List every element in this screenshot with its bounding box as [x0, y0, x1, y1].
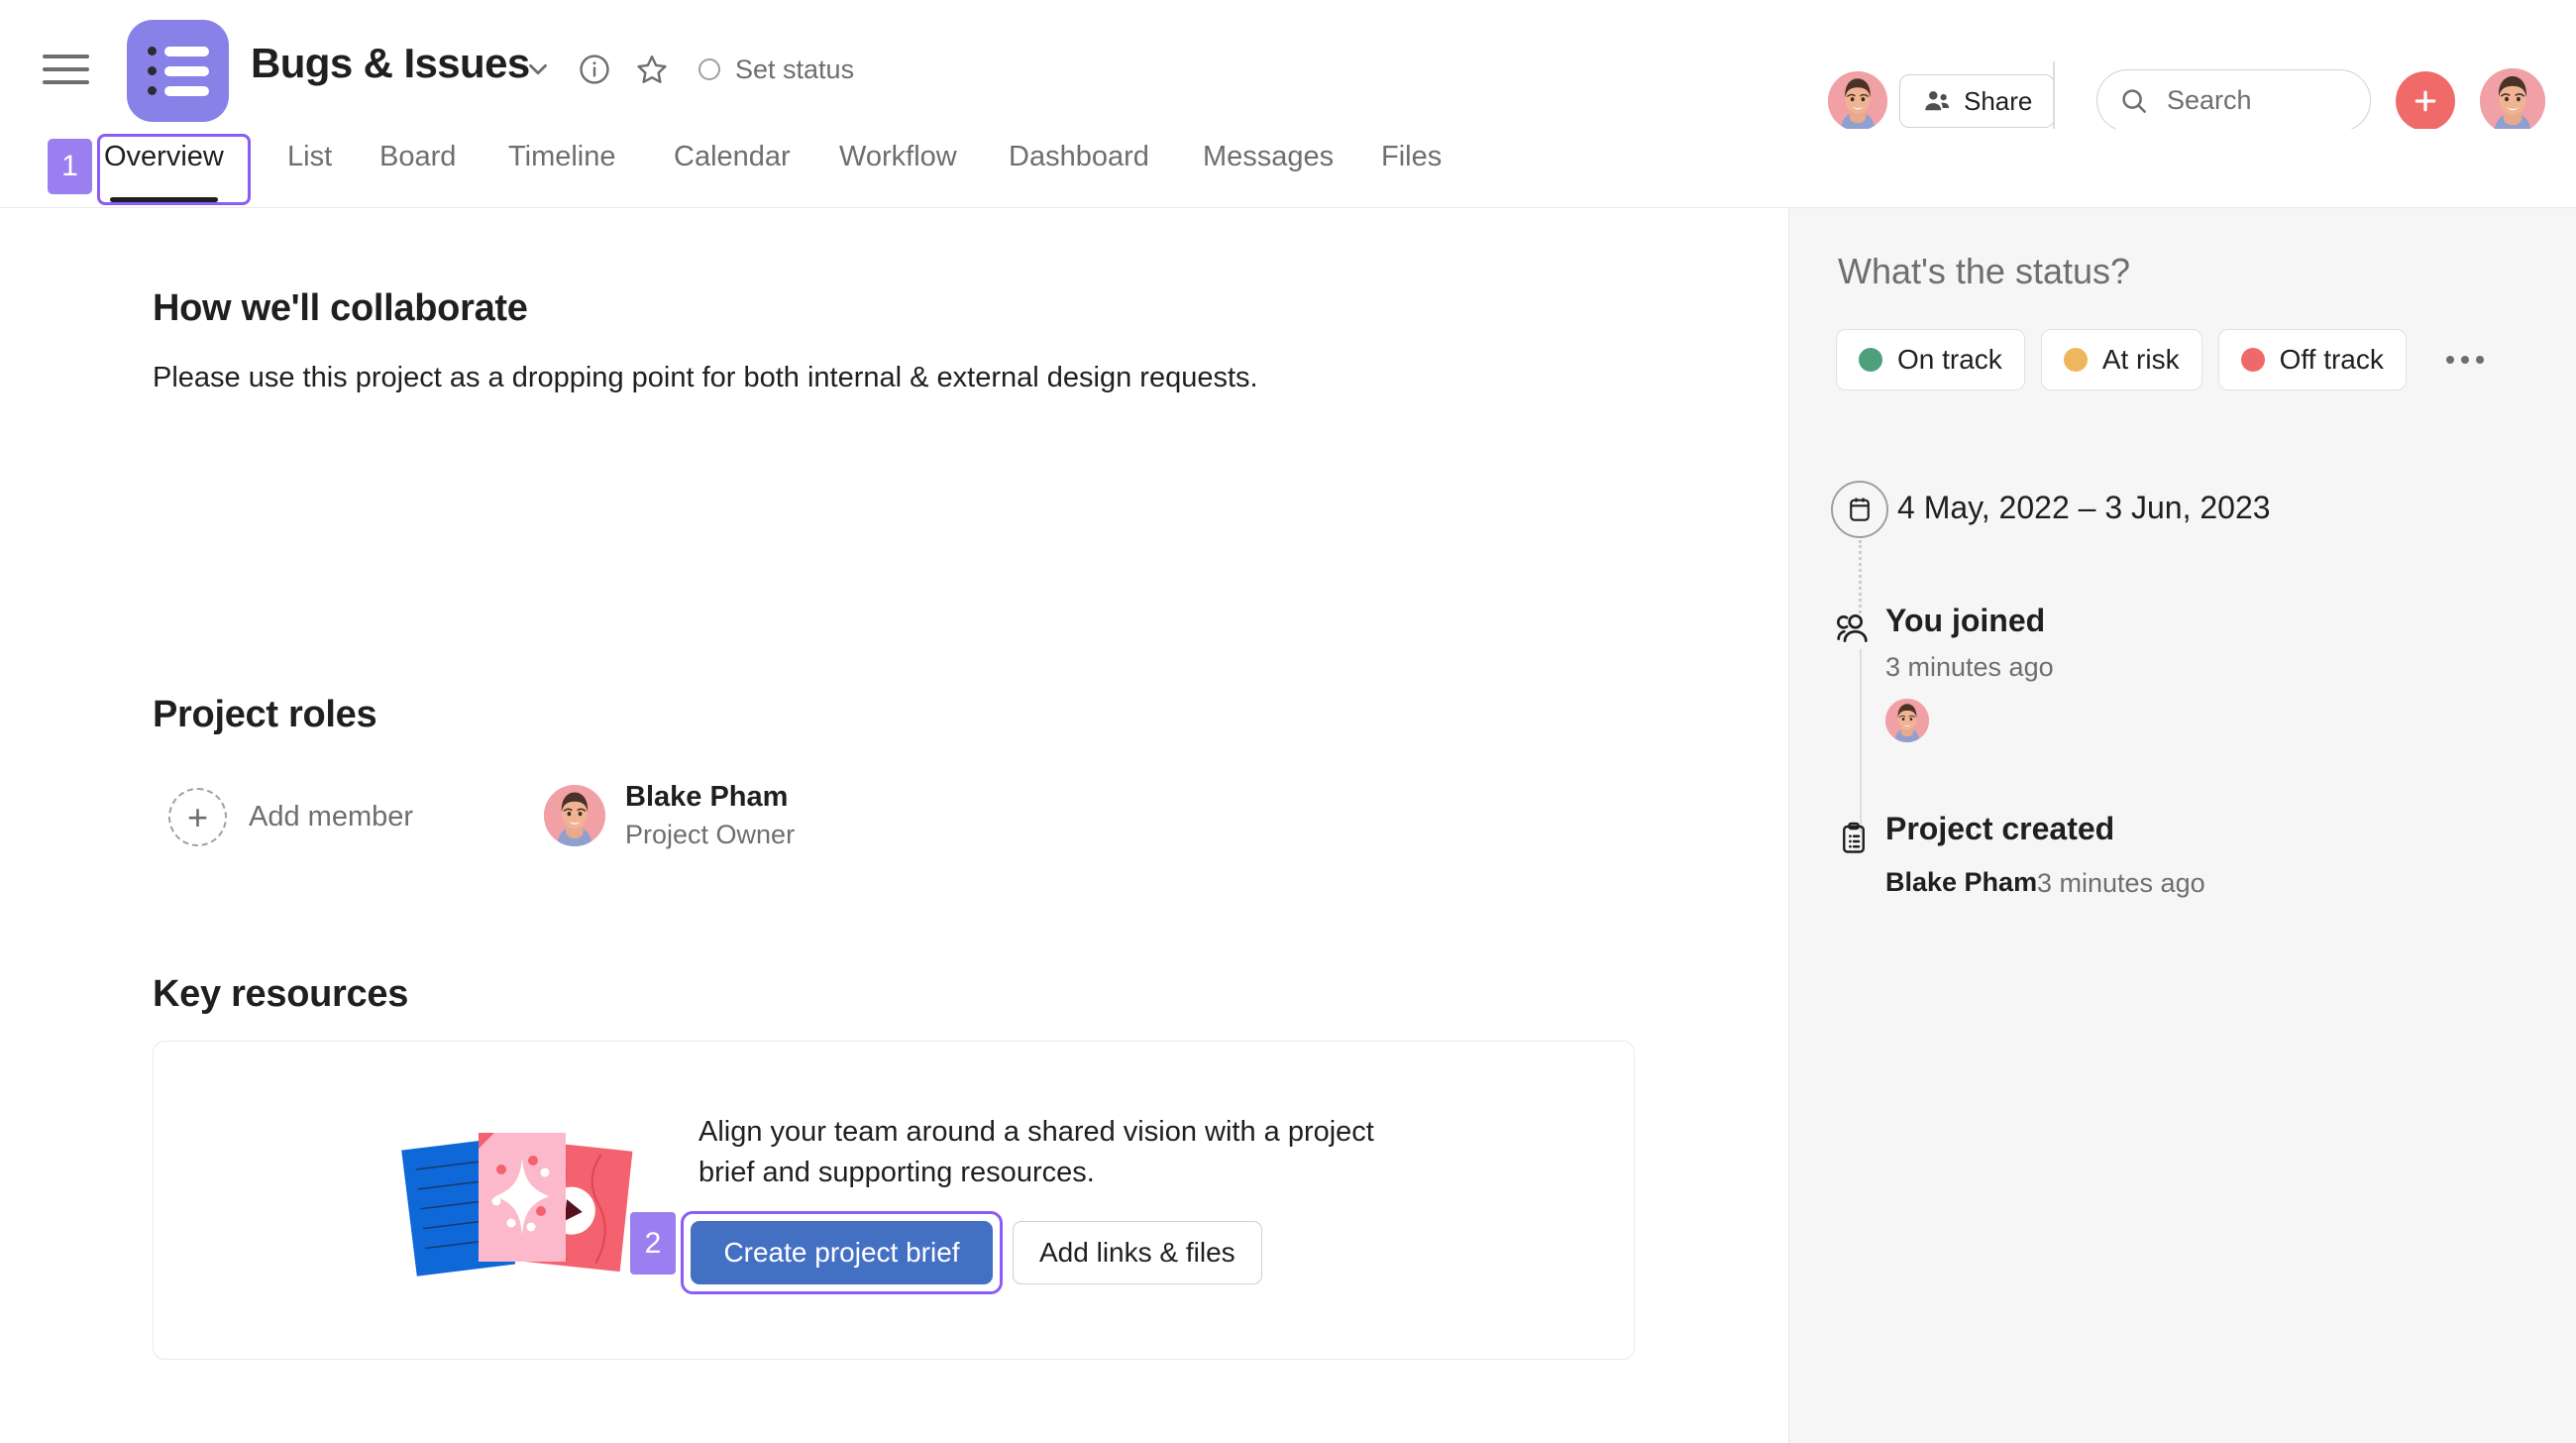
tab-calendar[interactable]: Calendar	[674, 129, 791, 206]
tab-list[interactable]: List	[287, 129, 332, 206]
timeline-event-time: 3 minutes ago	[2037, 868, 2205, 899]
share-button[interactable]: Share	[1899, 74, 2055, 128]
set-status-button[interactable]: Set status	[698, 48, 854, 91]
page-title[interactable]: Bugs & Issues	[251, 40, 530, 87]
project-member[interactable]: Blake Pham Project Owner	[544, 781, 795, 850]
hamburger-line	[43, 55, 89, 58]
annotation-badge-2: 2	[630, 1212, 676, 1275]
status-label: At risk	[2102, 344, 2180, 376]
project-date-range: 4 May, 2022 – 3 Jun, 2023	[1897, 490, 2271, 526]
list-icon-glyph	[148, 47, 209, 96]
status-circle-icon	[698, 58, 720, 80]
key-resources-copy: Align your team around a shared vision w…	[698, 1112, 1412, 1193]
clipboard-icon	[1836, 821, 1872, 861]
tab-messages[interactable]: Messages	[1203, 129, 1334, 206]
tab-bar: Overview List Board Timeline Calendar Wo…	[0, 129, 2576, 208]
plus-icon: +	[168, 788, 227, 846]
header-divider	[2053, 61, 2055, 139]
tab-workflow[interactable]: Workflow	[839, 129, 957, 206]
timeline-event-title: Project created	[1885, 811, 2114, 847]
tab-board[interactable]: Board	[379, 129, 456, 206]
people-icon	[1922, 86, 1952, 116]
avatar[interactable]	[1885, 699, 1929, 742]
status-option-on-track[interactable]: On track	[1836, 329, 2025, 390]
member-name: Blake Pham	[625, 781, 795, 814]
project-list-icon[interactable]	[127, 20, 229, 122]
set-status-label: Set status	[735, 55, 854, 85]
status-option-at-risk[interactable]: At risk	[2041, 329, 2202, 390]
hamburger-menu-icon[interactable]	[43, 55, 89, 84]
collaborate-heading: How we'll collaborate	[153, 287, 528, 330]
calendar-icon	[1831, 481, 1888, 538]
timeline-connector-dotted	[1859, 540, 1862, 619]
ellipsis-icon[interactable]	[2430, 329, 2500, 390]
key-resources-card	[153, 1041, 1635, 1360]
info-circle-icon[interactable]	[573, 48, 616, 91]
member-role: Project Owner	[625, 820, 795, 850]
collaborate-description: Please use this project as a dropping po…	[153, 362, 1258, 394]
search-icon	[2119, 86, 2149, 116]
add-member-button[interactable]: + Add member	[168, 788, 413, 846]
search-input[interactable]	[2096, 69, 2371, 132]
star-icon[interactable]	[630, 48, 674, 91]
status-option-off-track[interactable]: Off track	[2218, 329, 2407, 390]
add-button[interactable]	[2396, 71, 2455, 131]
status-dot-yellow	[2064, 348, 2088, 372]
tab-overview[interactable]: Overview	[104, 129, 224, 206]
timeline-event-author: Blake Pham	[1885, 867, 2037, 898]
status-dot-red	[2241, 348, 2265, 372]
people-icon	[1833, 609, 1873, 653]
status-label: On track	[1897, 344, 2002, 376]
annotation-badge-1: 1	[48, 139, 92, 194]
timeline-event-title: You joined	[1885, 603, 2045, 639]
add-member-label: Add member	[249, 801, 413, 833]
hamburger-line	[43, 80, 89, 84]
project-brief-documents-illustration	[401, 1100, 649, 1298]
timeline-event-time: 3 minutes ago	[1885, 652, 2054, 683]
top-bar: Bugs & Issues Set status Share	[0, 0, 2576, 129]
sidebar-heading: What's the status?	[1838, 251, 2130, 292]
status-label: Off track	[2280, 344, 2384, 376]
key-resources-heading: Key resources	[153, 973, 408, 1016]
project-roles-heading: Project roles	[153, 694, 376, 736]
tab-files[interactable]: Files	[1381, 129, 1442, 206]
hamburger-line	[43, 67, 89, 71]
status-options: On track At risk Off track	[1836, 329, 2500, 390]
timeline-connector-solid	[1860, 649, 1862, 832]
avatar	[544, 785, 605, 846]
create-project-brief-button[interactable]: Create project brief	[691, 1221, 993, 1284]
plus-icon	[2411, 86, 2440, 116]
tab-timeline[interactable]: Timeline	[508, 129, 616, 206]
add-links-and-files-button[interactable]: Add links & files	[1013, 1221, 1262, 1284]
avatar[interactable]	[2480, 68, 2545, 134]
avatar[interactable]	[1828, 71, 1887, 131]
search-field[interactable]	[2167, 85, 2345, 116]
status-dot-green	[1859, 348, 1882, 372]
share-label: Share	[1964, 86, 2032, 117]
tab-dashboard[interactable]: Dashboard	[1009, 129, 1149, 206]
chevron-down-icon[interactable]	[516, 48, 560, 91]
